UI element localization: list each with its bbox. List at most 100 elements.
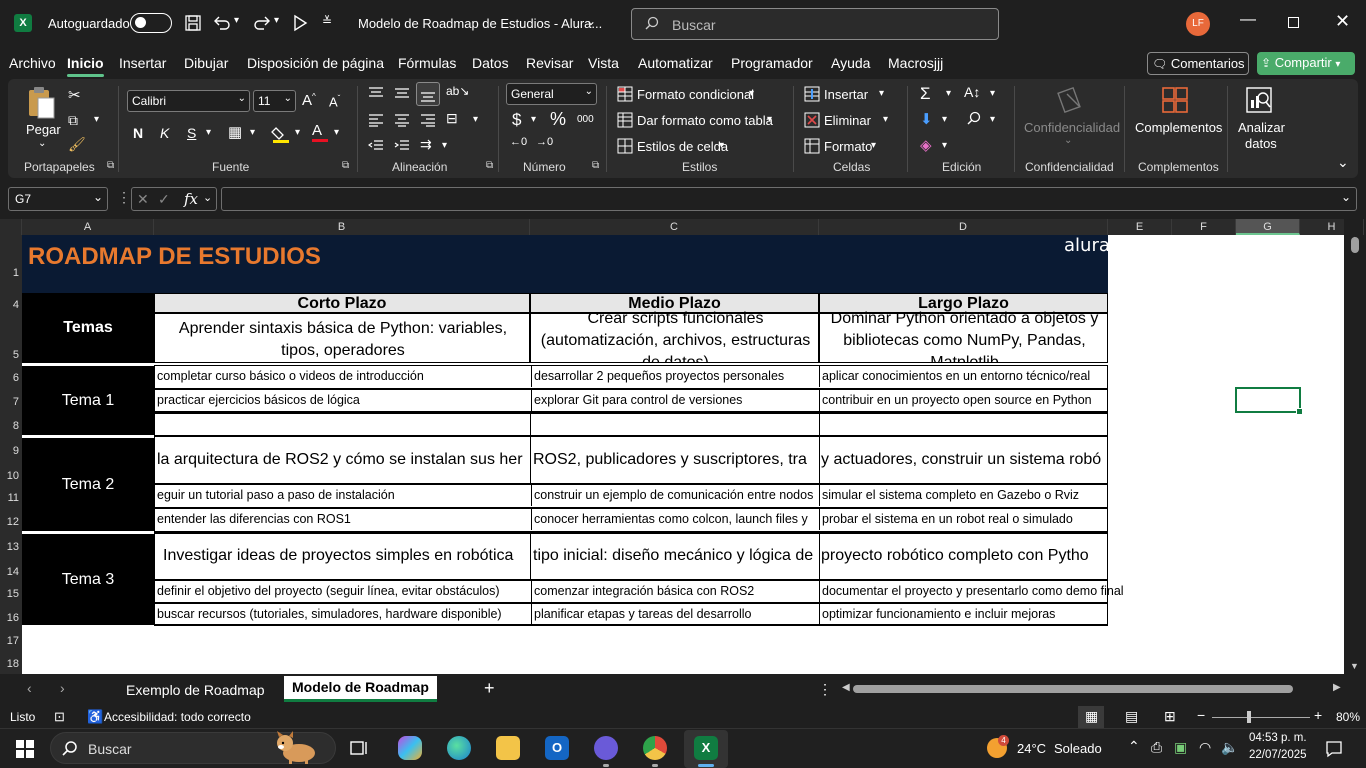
scroll-thumb[interactable] [1351, 237, 1359, 253]
autosave-toggle[interactable] [130, 13, 172, 33]
file-explorer-icon[interactable] [496, 736, 520, 760]
paste-chevron-icon[interactable]: ⌄ [38, 138, 46, 149]
task-cell[interactable]: aplicar conocimientos en un entorno técn… [819, 365, 1108, 387]
maximize-icon[interactable] [1288, 17, 1299, 28]
insert-function-icon[interactable]: fx [184, 190, 198, 208]
horizontal-scroll-thumb[interactable] [853, 685, 1293, 693]
cancel-icon[interactable]: ✕ [137, 191, 149, 208]
currency-dropdown-icon[interactable]: ▾ [531, 114, 536, 125]
conditional-format-icon[interactable] [617, 86, 633, 102]
format-cells-icon[interactable] [804, 138, 820, 154]
analyze-data-label-2[interactable]: datos [1245, 136, 1277, 151]
save-icon[interactable] [184, 14, 202, 32]
clock-date[interactable]: 22/07/2025 [1249, 749, 1307, 761]
sheet-tab-modelo[interactable]: Modelo de Roadmap [284, 676, 437, 702]
sort-filter-icon[interactable]: A↕ [964, 84, 980, 100]
cell-styles-icon[interactable] [617, 138, 633, 154]
cell-styles-label[interactable]: Estilos de celda [637, 139, 728, 154]
decrease-indent-icon[interactable] [368, 139, 384, 153]
theme-3-label[interactable]: Tema 3 [22, 534, 154, 625]
task-cell[interactable]: optimizar funcionamiento e incluir mejor… [819, 603, 1108, 625]
task-cell[interactable]: tipo inicial: diseño mecánico y lógica d… [531, 545, 818, 567]
name-box[interactable]: G7 ⌄ [8, 187, 108, 211]
text-orientation-icon[interactable]: ab↘ [446, 84, 469, 98]
task-cell[interactable]: desarrollar 2 pequeños proyectos persona… [531, 365, 818, 387]
share-button[interactable]: ⇪ Compartir ▾ [1257, 52, 1355, 75]
accessibility-icon[interactable]: ♿ [87, 709, 103, 725]
column-header-g[interactable]: G [1236, 219, 1300, 235]
currency-icon[interactable]: $ [512, 110, 521, 130]
task-cell[interactable]: entender las diferencias con ROS1 [155, 508, 529, 530]
row-header[interactable]: 11 [0, 492, 22, 504]
format-painter-icon[interactable]: 🖌 [68, 136, 86, 153]
wifi-icon[interactable]: ◠ [1199, 739, 1211, 756]
alignment-launcher-icon[interactable]: ⧉ [486, 160, 493, 171]
format-as-table-label[interactable]: Dar formato como tabla [637, 113, 773, 128]
row-header[interactable]: 1 [0, 267, 22, 279]
edge-icon[interactable] [447, 736, 471, 760]
merge-center-icon[interactable]: ⊟ [446, 110, 458, 127]
task-cell[interactable]: practicar ejercicios básicos de lógica [155, 389, 529, 411]
analyze-data-label[interactable]: Analizar [1238, 120, 1285, 135]
increase-indent-icon[interactable] [394, 139, 410, 153]
row-header[interactable]: 8 [0, 420, 22, 432]
task-cell[interactable]: buscar recursos (tutoriales, simuladores… [155, 603, 529, 625]
conditional-format-label[interactable]: Formato condicional [637, 87, 754, 102]
excel-taskbar-icon[interactable]: X [694, 736, 718, 760]
increase-decimal-icon[interactable]: ←0 [510, 136, 527, 148]
borders-dropdown-icon[interactable]: ▾ [250, 127, 255, 138]
wrap-dropdown-icon[interactable]: ▾ [442, 140, 447, 151]
clear-dropdown-icon[interactable]: ▾ [942, 140, 947, 151]
select-all-corner[interactable] [0, 219, 22, 235]
volume-icon[interactable]: 🔈 [1221, 739, 1238, 756]
avatar[interactable]: LF [1186, 12, 1210, 36]
zoom-out-icon[interactable]: − [1197, 707, 1205, 723]
row-header[interactable]: 10 [0, 470, 22, 482]
format-dropdown-icon[interactable]: ▾ [871, 140, 876, 151]
autosum-dropdown-icon[interactable]: ▾ [946, 88, 951, 99]
normal-view-icon[interactable]: ▦ [1078, 706, 1104, 728]
addins-icon[interactable] [1161, 86, 1189, 114]
tab-options-icon[interactable]: ⋮ [818, 681, 832, 698]
thousands-separator-icon[interactable]: 000 [577, 114, 594, 125]
fill-color-icon[interactable] [271, 124, 291, 144]
prev-sheet-icon[interactable]: ‹ [27, 680, 32, 696]
page-layout-view-icon[interactable]: ▤ [1125, 708, 1138, 725]
column-header-d[interactable]: D [819, 219, 1108, 235]
sort-dropdown-icon[interactable]: ▾ [990, 88, 995, 99]
row-header[interactable]: 18 [0, 658, 22, 670]
percent-icon[interactable]: % [550, 109, 566, 130]
align-top-icon[interactable] [368, 86, 384, 100]
title-chevron-down-icon[interactable]: ⌄ [586, 14, 596, 28]
analyze-data-icon[interactable] [1245, 86, 1273, 114]
font-color-dropdown-icon[interactable]: ▾ [334, 127, 339, 138]
notifications-icon[interactable] [1325, 740, 1343, 758]
search-box[interactable]: Buscar [631, 8, 999, 40]
add-sheet-icon[interactable]: + [484, 678, 495, 699]
column-header-a[interactable]: A [22, 219, 154, 235]
zoom-slider[interactable] [1212, 717, 1310, 718]
decrease-font-icon[interactable]: Aˇ [329, 94, 340, 109]
row-header[interactable]: 17 [0, 635, 22, 647]
task-cell[interactable]: explorar Git para control de versiones [531, 389, 818, 411]
fill-down-icon[interactable]: ⬇ [920, 110, 933, 128]
battery-icon[interactable]: ▣ [1174, 739, 1187, 756]
clear-icon[interactable]: ◈ [920, 136, 932, 154]
row-header[interactable]: 9 [0, 445, 22, 457]
zoom-slider-thumb[interactable] [1247, 711, 1251, 723]
formula-input[interactable]: ⌄ [221, 187, 1357, 211]
task-cell[interactable]: definir el objetivo del proyecto (seguir… [155, 580, 529, 602]
discord-icon[interactable] [594, 736, 618, 760]
task-cell[interactable]: construir un ejemplo de comunicación ent… [531, 484, 818, 506]
align-middle-icon[interactable] [394, 86, 410, 100]
task-cell[interactable]: ROS2, publicadores y suscriptores, tra [531, 449, 818, 471]
number-launcher-icon[interactable]: ⧉ [592, 160, 599, 171]
column-header-f[interactable]: F [1172, 219, 1236, 235]
accessibility-status[interactable]: Accesibilidad: todo correcto [104, 710, 251, 724]
chevron-down-icon[interactable]: ⌄ [93, 190, 103, 204]
themes-header[interactable]: Temas [22, 293, 154, 363]
show-hidden-icons[interactable]: ⌃ [1128, 738, 1140, 755]
row-header[interactable]: 16 [0, 612, 22, 624]
task-cell[interactable]: proyecto robótico completo con Pytho [819, 545, 1108, 567]
comments-button[interactable]: 🗨 Comentarios [1147, 52, 1249, 75]
